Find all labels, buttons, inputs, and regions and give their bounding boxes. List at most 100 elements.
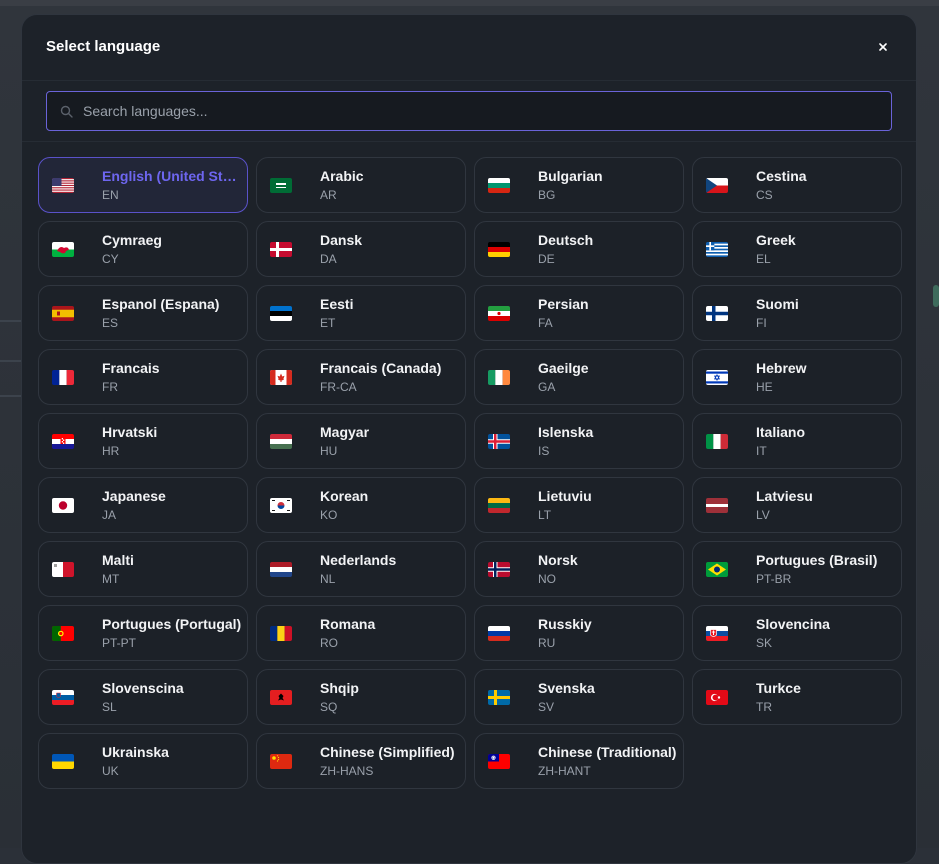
china-flag-icon <box>270 754 292 769</box>
language-code: FR <box>102 380 118 394</box>
language-code: HU <box>320 444 338 458</box>
language-option-nl[interactable]: Nederlands NL <box>256 541 466 597</box>
us-flag-icon <box>52 178 74 193</box>
language-name: Japanese <box>102 488 166 504</box>
language-option-pt-br[interactable]: Portugues (Brasil) PT-BR <box>692 541 902 597</box>
language-code: FR-CA <box>320 380 357 394</box>
language-code: RO <box>320 636 338 650</box>
language-code: LV <box>756 508 770 522</box>
language-option-ja[interactable]: Japanese JA <box>38 477 248 533</box>
language-option-tr[interactable]: Turkce TR <box>692 669 902 725</box>
language-code: BG <box>538 188 556 202</box>
language-code: ZH-HANT <box>538 764 591 778</box>
language-option-sl[interactable]: Slovenscina SL <box>38 669 248 725</box>
language-code: JA <box>102 508 117 522</box>
language-name: Greek <box>756 232 796 248</box>
language-option-et[interactable]: Eesti ET <box>256 285 466 341</box>
language-option-hu[interactable]: Magyar HU <box>256 413 466 469</box>
language-name: Nederlands <box>320 552 397 568</box>
language-option-lv[interactable]: Latviesu LV <box>692 477 902 533</box>
language-code: HE <box>756 380 773 394</box>
language-option-es[interactable]: Espanol (Espana) ES <box>38 285 248 341</box>
backdrop-stripe <box>0 360 22 362</box>
search-icon <box>60 105 73 118</box>
language-option-el[interactable]: Greek EL <box>692 221 902 277</box>
language-code: RU <box>538 636 556 650</box>
language-option-en[interactable]: English (United States) EN <box>38 157 248 213</box>
language-code: DA <box>320 252 337 266</box>
language-option-fr-ca[interactable]: Francais (Canada) FR-CA <box>256 349 466 405</box>
language-code: MT <box>102 572 120 586</box>
language-name: Portugues (Portugal) <box>102 616 242 632</box>
language-name: Deutsch <box>538 232 594 248</box>
language-option-bg[interactable]: Bulgarian BG <box>474 157 684 213</box>
language-option-he[interactable]: Hebrew HE <box>692 349 902 405</box>
germany-flag-icon <box>488 242 510 257</box>
israel-flag-icon <box>706 370 728 385</box>
language-option-ar[interactable]: Arabic AR <box>256 157 466 213</box>
language-option-fr[interactable]: Francais FR <box>38 349 248 405</box>
backdrop-glow <box>933 285 939 307</box>
language-option-ru[interactable]: Russkiy RU <box>474 605 684 661</box>
language-name: Slovencina <box>756 616 830 632</box>
language-code: IT <box>756 444 767 458</box>
language-option-fi[interactable]: Suomi FI <box>692 285 902 341</box>
hungary-flag-icon <box>270 434 292 449</box>
language-name: Russkiy <box>538 616 592 632</box>
language-code: ZH-HANS <box>320 764 374 778</box>
language-option-zh-hans[interactable]: Chinese (Simplified) ZH-HANS <box>256 733 466 789</box>
language-option-hr[interactable]: Hrvatski HR <box>38 413 248 469</box>
turkey-flag-icon <box>706 690 728 705</box>
language-option-sv[interactable]: Svenska SV <box>474 669 684 725</box>
language-code: UK <box>102 764 119 778</box>
language-code: EL <box>756 252 771 266</box>
language-code: ES <box>102 316 119 330</box>
language-name: Dansk <box>320 232 363 248</box>
close-icon <box>879 43 887 51</box>
language-option-mt[interactable]: Malti MT <box>38 541 248 597</box>
language-name: Bulgarian <box>538 168 603 184</box>
language-option-de[interactable]: Deutsch DE <box>474 221 684 277</box>
language-option-it[interactable]: Italiano IT <box>692 413 902 469</box>
language-name: Latviesu <box>756 488 813 504</box>
saudi-arabia-flag-icon <box>270 178 292 193</box>
language-option-sk[interactable]: Slovencina SK <box>692 605 902 661</box>
language-option-lt[interactable]: Lietuviu LT <box>474 477 684 533</box>
backdrop-stripe <box>0 320 22 322</box>
language-code: PT-BR <box>756 572 792 586</box>
language-name: Turkce <box>756 680 801 696</box>
language-name: Islenska <box>538 424 594 440</box>
language-option-zh-hant[interactable]: Chinese (Traditional) ZH-HANT <box>474 733 684 789</box>
language-option-da[interactable]: Dansk DA <box>256 221 466 277</box>
language-option-cs[interactable]: Cestina CS <box>692 157 902 213</box>
finland-flag-icon <box>706 306 728 321</box>
language-code: TR <box>756 700 772 714</box>
language-grid: English (United States) EN Arabic AR Bulgari… <box>38 157 902 789</box>
language-code: SQ <box>320 700 338 714</box>
ireland-flag-icon <box>488 370 510 385</box>
language-code: FI <box>756 316 767 330</box>
language-option-ga[interactable]: Gaeilge GA <box>474 349 684 405</box>
language-option-ro[interactable]: Romana RO <box>256 605 466 661</box>
language-option-fa[interactable]: Persian FA <box>474 285 684 341</box>
close-button[interactable] <box>872 36 894 58</box>
language-option-is[interactable]: Islenska IS <box>474 413 684 469</box>
slovakia-flag-icon <box>706 626 728 641</box>
language-option-no[interactable]: Norsk NO <box>474 541 684 597</box>
language-name: Espanol (Espana) <box>102 296 220 312</box>
wales-flag-icon <box>52 242 74 257</box>
iceland-flag-icon <box>488 434 510 449</box>
language-option-cy[interactable]: Cymraeg CY <box>38 221 248 277</box>
sweden-flag-icon <box>488 690 510 705</box>
search-input[interactable] <box>46 91 892 131</box>
language-name: Ukrainska <box>102 744 169 760</box>
language-option-sq[interactable]: Shqip SQ <box>256 669 466 725</box>
language-option-uk[interactable]: Ukrainska UK <box>38 733 248 789</box>
language-code: SK <box>756 636 773 650</box>
norway-flag-icon <box>488 562 510 577</box>
portugal-flag-icon <box>52 626 74 641</box>
bulgaria-flag-icon <box>488 178 510 193</box>
language-option-ko[interactable]: Korean KO <box>256 477 466 533</box>
language-option-pt-pt[interactable]: Portugues (Portugal) PT-PT <box>38 605 248 661</box>
language-name: Persian <box>538 296 589 312</box>
